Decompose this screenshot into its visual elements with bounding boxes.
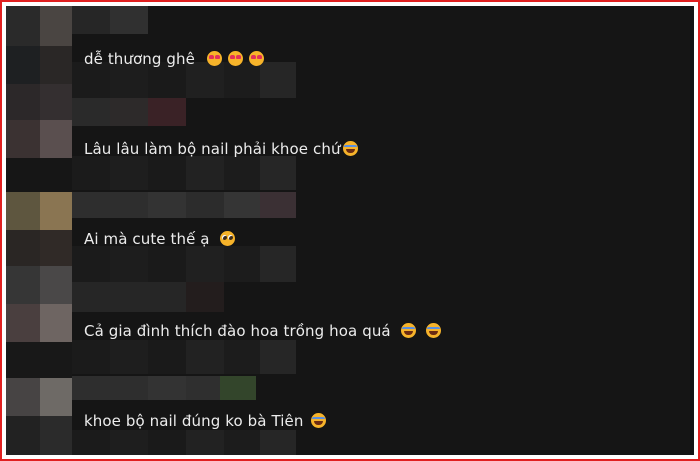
comment-item: dễ thương ghê	[72, 30, 692, 74]
comment-item: Lâu lâu làm bộ nail phải khoe chứ	[72, 120, 692, 164]
heart-eyes-emoji-icon	[206, 51, 222, 66]
heart-eyes-emoji-icon	[248, 51, 264, 66]
avatar	[6, 84, 40, 120]
comment-text: Cả gia đình thích đào hoa trồng hoa quá	[84, 322, 391, 340]
comments-panel: dễ thương ghê Lâu lâu làm bộ nail phải k…	[6, 6, 694, 455]
comment-text: dễ thương ghê	[84, 50, 195, 68]
comment-item: khoe bộ nail đúng ko bà Tiên	[72, 392, 692, 436]
tears-of-joy-emoji-icon	[400, 323, 416, 338]
comment-text: khoe bộ nail đúng ko bà Tiên	[84, 412, 304, 430]
avatar	[6, 378, 40, 416]
comment-text-row: Cả gia đình thích đào hoa trồng hoa quá	[84, 322, 441, 340]
tears-of-joy-emoji-icon	[342, 141, 358, 156]
comment-item: Ai mà cute thế ạ	[72, 210, 692, 254]
avatar-column	[6, 6, 72, 455]
comment-item: Cả gia đình thích đào hoa trồng hoa quá	[72, 302, 692, 346]
tears-of-joy-emoji-icon	[425, 323, 441, 338]
heart-eyes-emoji-icon	[227, 51, 243, 66]
comment-text: Lâu lâu làm bộ nail phải khoe chứ	[84, 140, 341, 158]
comment-text-row: Ai mà cute thế ạ	[84, 230, 235, 248]
comment-text-row: Lâu lâu làm bộ nail phải khoe chứ	[84, 140, 358, 158]
avatar	[6, 6, 40, 46]
screenshot-frame: dễ thương ghê Lâu lâu làm bộ nail phải k…	[0, 0, 700, 461]
comment-text-row: dễ thương ghê	[84, 50, 264, 68]
comment-text: Ai mà cute thế ạ	[84, 230, 210, 248]
avatar	[6, 192, 40, 230]
comment-text-row: khoe bộ nail đúng ko bà Tiên	[84, 412, 327, 430]
avatar	[6, 266, 40, 304]
pleading-face-emoji-icon	[219, 231, 235, 246]
tears-of-joy-emoji-icon	[311, 413, 327, 428]
